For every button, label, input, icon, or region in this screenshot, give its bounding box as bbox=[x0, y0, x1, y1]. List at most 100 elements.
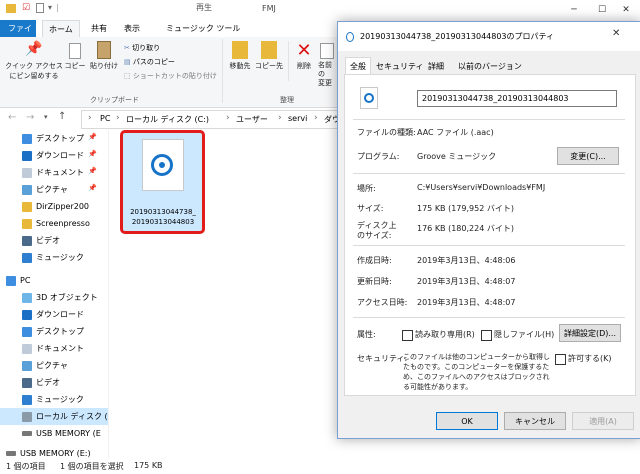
unblock-checkbox[interactable] bbox=[555, 354, 566, 365]
nav-item-label: ダウンロード bbox=[36, 310, 84, 319]
nav-item-pc-music[interactable]: ミュージック bbox=[0, 391, 108, 408]
modified-label: 更新日時: bbox=[357, 277, 392, 286]
recent-locations-button[interactable]: ▾ bbox=[44, 113, 48, 121]
pin-icon: 📌 bbox=[25, 41, 43, 57]
created-value: 2019年3月13日、4:48:06 bbox=[417, 256, 516, 265]
rename-button[interactable]: 名前の 変更 bbox=[318, 41, 336, 88]
ok-button[interactable]: OK bbox=[436, 412, 498, 430]
copy-to-label: コピー先 bbox=[255, 62, 283, 70]
file-type-label: ファイルの種類: bbox=[357, 128, 416, 137]
hidden-label: 隠しファイル(H) bbox=[494, 330, 555, 339]
move-to-button[interactable]: 移動先 bbox=[226, 41, 254, 71]
dialog-titlebar: 20190313044738_20190313044803のプロパティ ✕ bbox=[338, 22, 640, 51]
tab-security[interactable]: セキュリティ bbox=[372, 60, 428, 74]
nav-item-local-disk[interactable]: ローカル ディスク (C bbox=[0, 408, 108, 425]
hidden-checkbox[interactable] bbox=[481, 330, 492, 341]
back-button[interactable]: ← bbox=[8, 112, 16, 123]
file-name-line: 20190313044738_ bbox=[130, 208, 196, 216]
file-name: 20190313044738_ 20190313044803 bbox=[125, 207, 201, 227]
clipboard-group-label: クリップボード bbox=[90, 96, 139, 104]
minimize-button[interactable]: ─ bbox=[560, 0, 588, 20]
tab-view[interactable]: 表示 bbox=[118, 22, 146, 36]
program-value: Groove ミュージック bbox=[417, 152, 497, 161]
rename-label: 名前の 変更 bbox=[318, 61, 332, 87]
tab-details[interactable]: 詳細 bbox=[424, 60, 448, 74]
filename-input[interactable]: 20190313044738_20190313044803 bbox=[417, 90, 617, 107]
nav-item-label: PC bbox=[20, 276, 31, 285]
title-separator: | bbox=[56, 3, 59, 12]
selected-file-item[interactable]: 20190313044738_ 20190313044803 bbox=[120, 130, 205, 234]
filename-value: 20190313044738_20190313044803 bbox=[422, 94, 569, 103]
unblock-label: 許可する(K) bbox=[568, 354, 612, 363]
document-icon bbox=[22, 343, 32, 354]
breadcrumb-drive[interactable]: ローカル ディスク (C:) bbox=[126, 114, 209, 125]
nav-item-videos[interactable]: ビデオ bbox=[0, 232, 108, 249]
nav-item-usb-1[interactable]: USB MEMORY (E bbox=[0, 425, 108, 442]
security-warning-text: このファイルは他のコンピューターから取得したものです。このコンピューターを保護す… bbox=[403, 353, 550, 391]
copy-path-button[interactable]: ▤ パスのコピー bbox=[124, 57, 175, 67]
video-icon bbox=[22, 235, 32, 246]
close-button[interactable]: ✕ bbox=[612, 0, 640, 20]
delete-label: 削除 bbox=[297, 62, 311, 70]
video-icon bbox=[22, 377, 32, 388]
nav-item-pc-downloads[interactable]: ダウンロード bbox=[0, 306, 108, 323]
copy-to-button[interactable]: コピー先 bbox=[254, 41, 284, 71]
breadcrumb-users[interactable]: ユーザー bbox=[236, 114, 268, 125]
nav-item-label: Screenpresso bbox=[36, 219, 90, 228]
advanced-button[interactable]: 詳細設定(D)... bbox=[559, 324, 621, 342]
nav-item-screenpresso[interactable]: Screenpresso bbox=[0, 215, 108, 232]
cancel-button[interactable]: キャンセル bbox=[504, 412, 566, 430]
attributes-label: 属性: bbox=[357, 330, 376, 339]
nav-item-music[interactable]: ミュージック bbox=[0, 249, 108, 266]
dialog-close-button[interactable]: ✕ bbox=[612, 28, 620, 39]
usb-drive-icon bbox=[6, 451, 16, 456]
nav-item-pc-documents[interactable]: ドキュメント bbox=[0, 340, 108, 357]
audio-file-icon bbox=[142, 139, 184, 191]
move-to-label: 移動先 bbox=[229, 62, 251, 70]
apply-button[interactable]: 適用(A) bbox=[572, 412, 634, 430]
tab-file[interactable]: ファイル bbox=[0, 20, 36, 50]
nav-item-3d-objects[interactable]: 3D オブジェクト bbox=[0, 289, 108, 306]
customize-qat-icon[interactable]: ▾ bbox=[48, 3, 52, 12]
nav-item-pc-desktop[interactable]: デスクトップ bbox=[0, 323, 108, 340]
change-program-button[interactable]: 変更(C)... bbox=[557, 147, 619, 165]
nav-item-label: ビデオ bbox=[36, 378, 60, 387]
nav-item-pc-pictures[interactable]: ピクチャ bbox=[0, 357, 108, 374]
location-label: 場所: bbox=[357, 184, 376, 193]
paste-button[interactable]: 貼り付け bbox=[88, 41, 120, 71]
status-selected: 1 個の項目を選択 bbox=[60, 462, 124, 471]
cube-icon bbox=[22, 292, 32, 303]
divider bbox=[353, 317, 625, 318]
copy-button[interactable]: コピー bbox=[64, 41, 86, 71]
groove-small-icon bbox=[346, 32, 354, 42]
up-button[interactable]: ↑ bbox=[58, 111, 66, 122]
properties-icon[interactable]: ☑ bbox=[22, 3, 30, 13]
paste-shortcut-button[interactable]: ⬚ ショートカットの貼り付け bbox=[124, 71, 217, 81]
cut-button[interactable]: ✂ 切り取り bbox=[124, 43, 160, 53]
delete-button[interactable]: ✕ 削除 bbox=[290, 41, 318, 71]
readonly-checkbox[interactable] bbox=[402, 330, 413, 341]
status-item-count: 1 個の項目 bbox=[6, 462, 46, 471]
breadcrumb-pc[interactable]: PC bbox=[100, 114, 110, 123]
nav-item-pc[interactable]: PC bbox=[0, 272, 108, 289]
nav-item-dirzipper[interactable]: DirZipper200 bbox=[0, 198, 108, 215]
forward-button[interactable]: → bbox=[26, 112, 34, 123]
tab-previous-versions[interactable]: 以前のバージョン bbox=[454, 60, 526, 74]
status-size: 175 KB bbox=[134, 461, 163, 470]
new-folder-icon[interactable] bbox=[36, 3, 44, 13]
folder-icon bbox=[22, 201, 32, 212]
move-to-icon bbox=[232, 41, 248, 59]
disk-size-label-line2: のサイズ: bbox=[357, 231, 392, 240]
nav-item-label: デスクトップ bbox=[36, 134, 84, 143]
paste-label: 貼り付け bbox=[90, 62, 118, 70]
divider bbox=[353, 119, 625, 120]
tab-home[interactable]: ホーム bbox=[42, 20, 80, 38]
tab-share[interactable]: 共有 bbox=[85, 22, 113, 36]
general-tab-panel: 20190313044738_20190313044803 ファイルの種類: A… bbox=[344, 74, 636, 396]
copy-path-label: パスのコピー bbox=[132, 58, 175, 66]
path-icon: ▤ bbox=[124, 58, 131, 66]
nav-item-pc-videos[interactable]: ビデオ bbox=[0, 374, 108, 391]
tab-music-tools[interactable]: ミュージック ツール bbox=[160, 22, 246, 36]
breadcrumb-user[interactable]: servi bbox=[288, 114, 307, 123]
pin-quick-access-button[interactable]: 📌 クイック アクセス にピン留めする bbox=[4, 41, 64, 81]
